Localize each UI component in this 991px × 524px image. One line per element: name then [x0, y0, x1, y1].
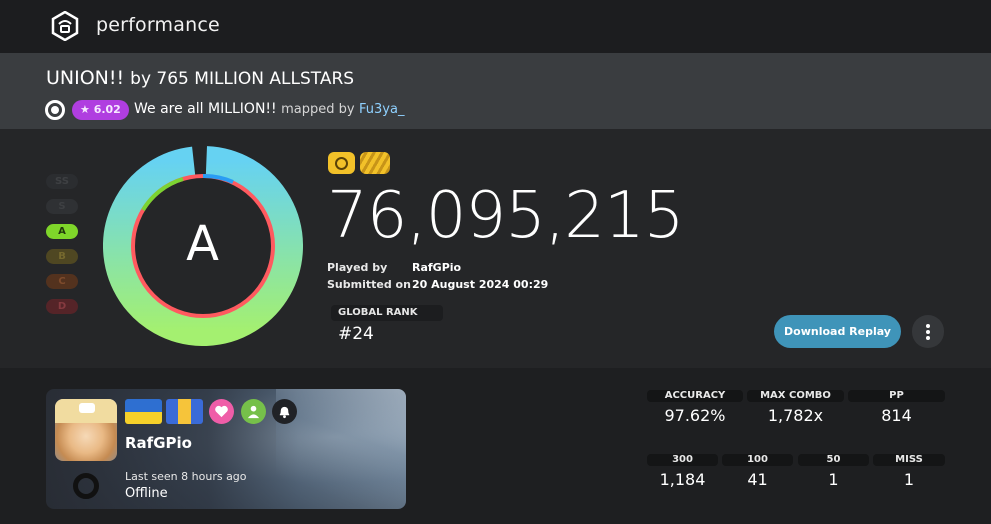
player-link[interactable]: RafGPio	[412, 261, 461, 274]
lower-panel: RafGPio Last seen 8 hours ago Offline AC…	[0, 368, 991, 524]
beatmap-title: UNION!!	[46, 67, 125, 89]
mapped-by-label: mapped by	[281, 102, 355, 117]
stat-50-label: 50	[798, 454, 869, 466]
difficulty-line: We are all MILLION!! mapped by Fu3ya_	[134, 101, 404, 117]
bell-icon[interactable]	[272, 399, 297, 424]
grade-c: C	[46, 274, 78, 289]
grade-d: D	[46, 299, 78, 314]
total-score: 76,095,215	[327, 179, 684, 253]
submitted-on-label: Submitted on	[327, 278, 411, 291]
status-indicator-icon	[73, 473, 99, 499]
top-bar: performance	[0, 0, 991, 53]
more-vertical-icon[interactable]	[912, 315, 944, 348]
flag-ua-icon[interactable]	[125, 399, 162, 424]
osu-mode-icon	[45, 100, 65, 120]
grade-list: SS S A B C D	[46, 174, 78, 324]
beatmap-banner: UNION!! by 765 MILLION ALLSTARS ★ 6.02 W…	[0, 53, 991, 129]
stat-pp-label: PP	[848, 390, 945, 402]
grade-letter: A	[186, 216, 220, 272]
global-rank-label: GLOBAL RANK	[338, 307, 418, 318]
team-flag-icon[interactable]	[166, 399, 203, 424]
stat-300-value: 1,184	[659, 470, 706, 489]
add-friend-icon[interactable]	[241, 399, 266, 424]
stat-accuracy-value: 97.62%	[664, 406, 726, 425]
last-seen: Last seen 8 hours ago	[125, 470, 247, 483]
played-by-label: Played by	[327, 261, 388, 274]
stat-max-combo-value: 1,782x	[767, 406, 824, 425]
mapper-link[interactable]: Fu3ya_	[359, 102, 404, 117]
avatar[interactable]	[55, 399, 117, 461]
submitted-date: 20 August 2024 00:29	[412, 278, 549, 291]
stat-pp-value: 814	[881, 406, 912, 425]
mod-hardrock-icon[interactable]	[360, 152, 390, 174]
username[interactable]: RafGPio	[125, 434, 192, 452]
stat-50-value: 1	[828, 470, 839, 489]
stat-100-label: 100	[722, 454, 793, 466]
difficulty-name: We are all MILLION!!	[134, 101, 277, 117]
stat-miss-value: 1	[903, 470, 915, 489]
stat-100-value: 41	[747, 470, 768, 489]
stat-max-combo-label: MAX COMBO	[747, 390, 844, 402]
user-card[interactable]: RafGPio Last seen 8 hours ago Offline	[46, 389, 406, 509]
stat-accuracy-label: ACCURACY	[647, 390, 743, 402]
online-status: Offline	[125, 486, 168, 501]
global-rank-value: #24	[338, 324, 374, 344]
score-panel: SS S A B C D A 76,095,215 Played by RafG…	[0, 129, 991, 368]
download-replay-button[interactable]: Download Replay	[774, 315, 901, 348]
heart-icon[interactable]	[209, 399, 234, 424]
beatmap-title-line[interactable]: UNION!! by 765 MILLION ALLSTARS	[46, 67, 354, 89]
stat-300-label: 300	[647, 454, 718, 466]
grade-s: S	[46, 199, 78, 214]
mod-hidden-icon[interactable]	[328, 152, 355, 174]
accuracy-ring: A	[103, 146, 303, 346]
performance-logo-icon	[51, 11, 79, 41]
star-rating-badge: ★ 6.02	[72, 100, 129, 120]
grade-b: B	[46, 249, 78, 264]
stat-miss-label: MISS	[873, 454, 945, 466]
beatmap-artist: by 765 MILLION ALLSTARS	[130, 69, 355, 89]
grade-a: A	[46, 224, 78, 239]
page-title: performance	[96, 14, 220, 36]
grade-ss: SS	[46, 174, 78, 189]
